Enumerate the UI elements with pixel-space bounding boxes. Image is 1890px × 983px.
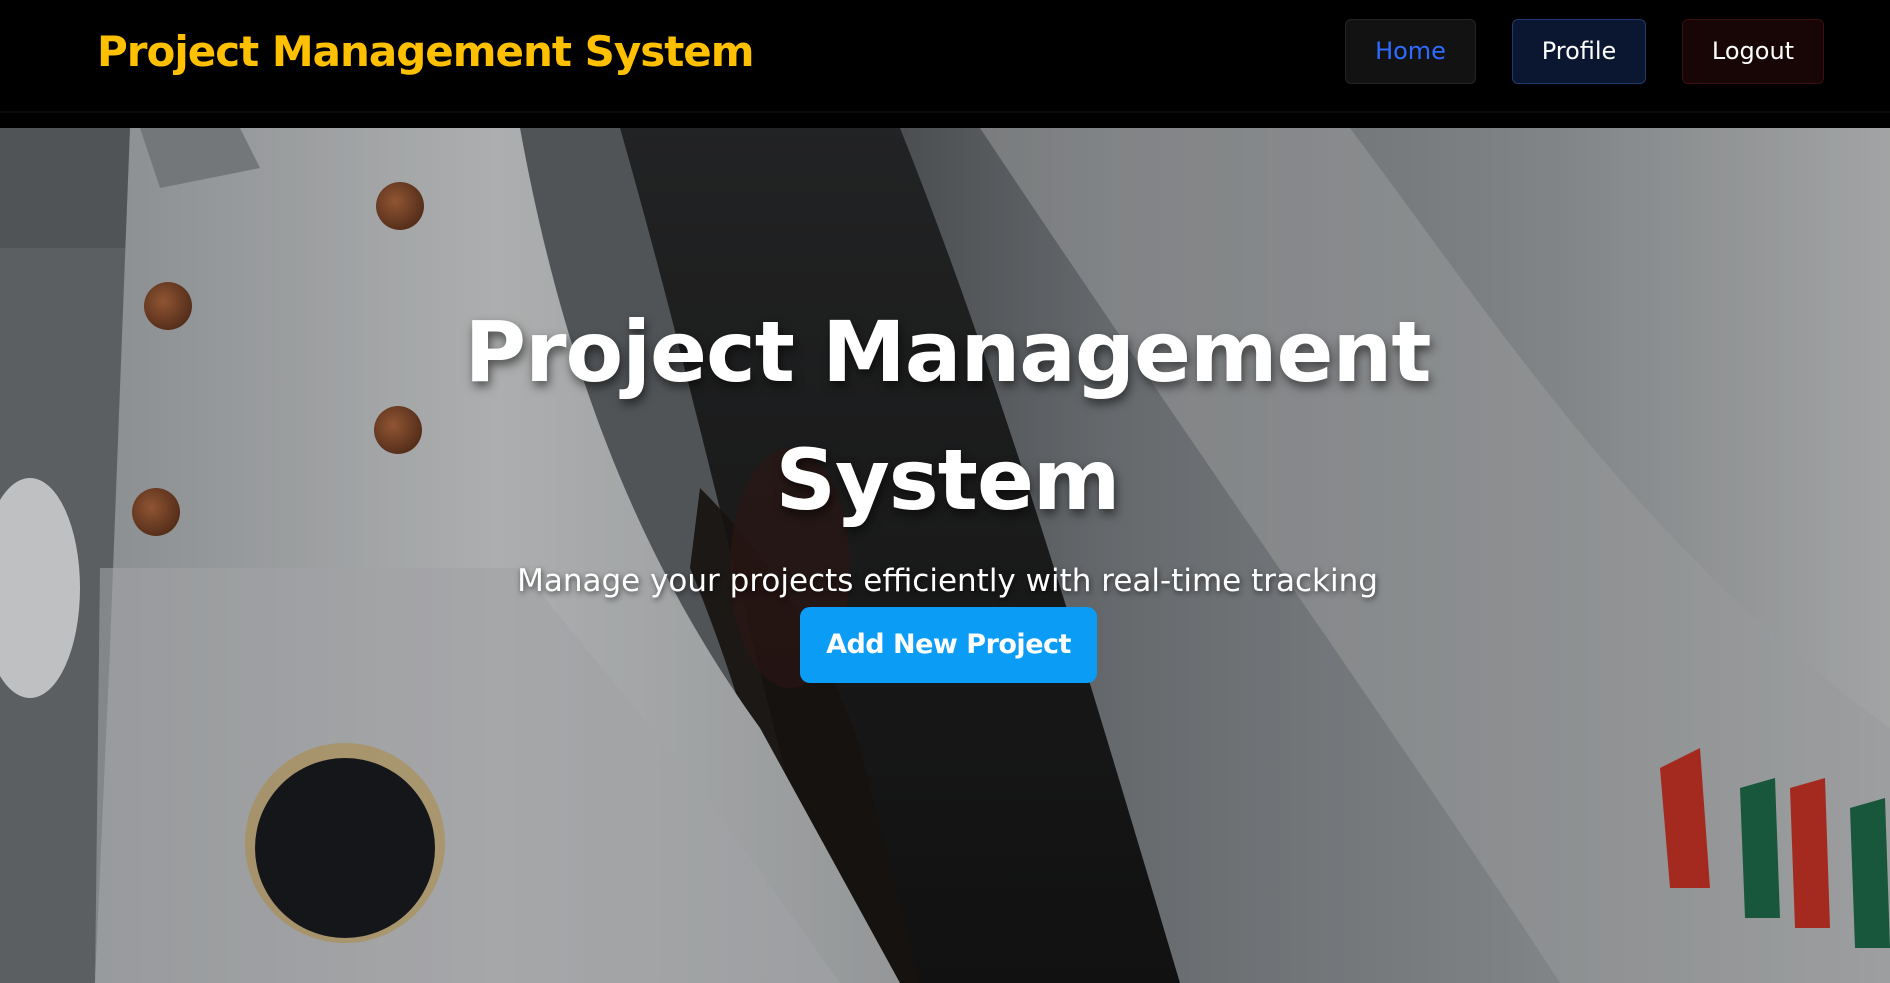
hero-background-image	[0, 128, 1890, 983]
add-new-project-button[interactable]: Add New Project	[800, 607, 1097, 683]
hero-section: Project Management System Manage your pr…	[0, 128, 1890, 983]
brand-title[interactable]: Project Management System	[97, 22, 755, 82]
nav-profile-button[interactable]: Profile	[1512, 19, 1646, 84]
hero-title-line-2: System	[775, 431, 1121, 529]
nav-home-button[interactable]: Home	[1345, 19, 1476, 84]
nav-logout-button[interactable]: Logout	[1682, 19, 1824, 84]
hero-title-line-1: Project Management	[464, 303, 1432, 401]
hero-title: Project Management System	[345, 288, 1550, 544]
hero-subtitle: Manage your projects efficiently with re…	[517, 563, 1378, 599]
top-navbar: Project Management System Home Profile L…	[0, 0, 1890, 113]
